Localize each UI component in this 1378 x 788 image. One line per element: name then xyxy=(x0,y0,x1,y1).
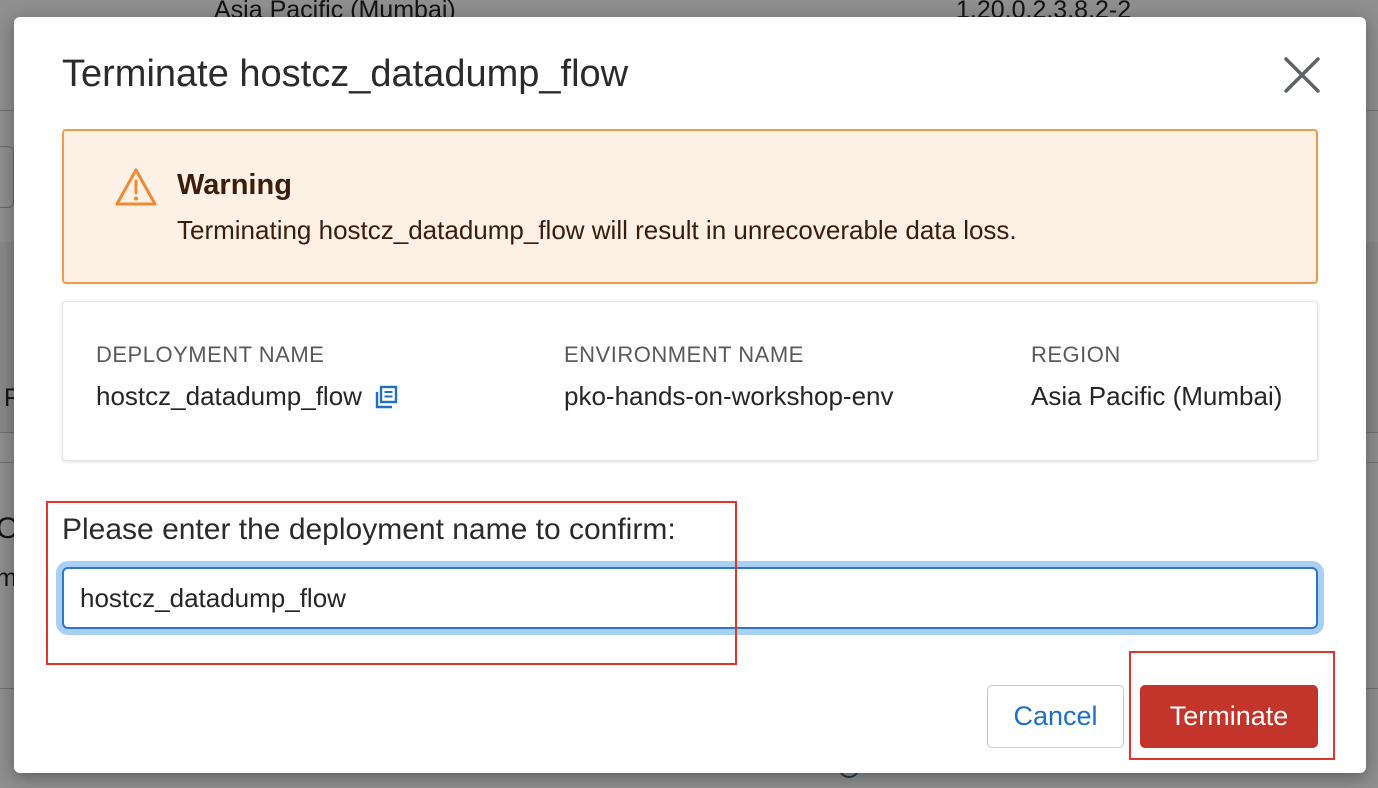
terminate-button[interactable]: Terminate xyxy=(1140,685,1318,748)
environment-name-field: ENVIRONMENT NAME pko-hands-on-workshop-e… xyxy=(564,342,894,412)
cancel-button[interactable]: Cancel xyxy=(987,685,1124,748)
region-label: REGION xyxy=(1031,342,1121,367)
copy-icon xyxy=(375,385,398,408)
environment-name-value: pko-hands-on-workshop-env xyxy=(564,381,894,411)
confirm-label: Please enter the deployment name to conf… xyxy=(62,513,676,546)
region-field: REGION Asia Pacific (Mumbai) xyxy=(1031,342,1282,412)
deployment-details-card: DEPLOYMENT NAME hostcz_datadump_flow ENV… xyxy=(62,301,1318,461)
warning-message: Terminating hostcz_datadump_flow will re… xyxy=(177,215,1017,245)
close-button[interactable] xyxy=(1280,53,1324,97)
region-value: Asia Pacific (Mumbai) xyxy=(1031,381,1283,411)
copy-deployment-name-button[interactable] xyxy=(374,384,400,410)
warning-title: Warning xyxy=(177,169,292,201)
deployment-name-field: DEPLOYMENT NAME hostcz_datadump_flow xyxy=(96,342,400,412)
terminate-dialog: Terminate hostcz_datadump_flow Warning T… xyxy=(14,17,1366,773)
deployment-name-value: hostcz_datadump_flow xyxy=(96,381,362,411)
deployment-name-value-row: hostcz_datadump_flow xyxy=(96,381,400,412)
warning-triangle-icon xyxy=(115,168,157,206)
dialog-title: Terminate hostcz_datadump_flow xyxy=(62,53,629,95)
deployment-name-confirm-input[interactable] xyxy=(62,567,1318,629)
deployment-name-label: DEPLOYMENT NAME xyxy=(96,342,325,367)
close-icon xyxy=(1284,57,1320,93)
warning-alert: Warning Terminating hostcz_datadump_flow… xyxy=(62,129,1318,284)
environment-name-label: ENVIRONMENT NAME xyxy=(564,342,804,367)
